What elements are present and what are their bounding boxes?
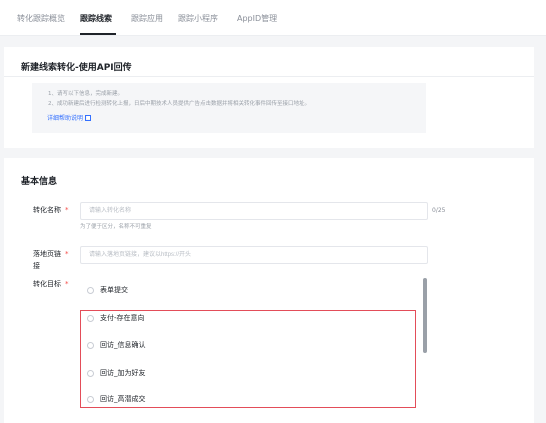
page-title: 新建线索转化-使用API回传 — [21, 63, 132, 73]
goal-option[interactable]: 回访_加为好友 — [80, 360, 420, 386]
goal-option-label: 回访_高潜成交 — [100, 395, 146, 403]
notice-line-1: 1、请写以下信息，完成新建。 — [48, 91, 124, 97]
goal-option[interactable]: 表单提交 — [80, 277, 420, 303]
tab-appid-management[interactable]: AppID管理 — [237, 13, 277, 24]
tab-conversion-overview[interactable]: 转化跟踪概览 — [17, 13, 65, 24]
tab-miniprogram-tracking[interactable]: 跟踪小程序 — [178, 13, 218, 24]
basic-info-card: 基本信息 转化名称 * 0/25 为了便于区分，名称不可重复 落地页链 * 接 转化… — [4, 158, 534, 423]
goal-option[interactable]: 回访_高潜成交 — [80, 386, 420, 412]
goal-option-label: 回访_信息确认 — [100, 341, 146, 349]
help-link-label: 详细帮助说明 — [47, 115, 84, 122]
radio-icon — [87, 396, 94, 403]
help-link[interactable]: 详细帮助说明 — [47, 113, 92, 122]
conversion-name-hint: 为了便于区分，名称不可重复 — [80, 224, 152, 230]
conversion-name-input[interactable] — [80, 202, 428, 220]
active-tab-indicator — [80, 33, 116, 35]
required-mark: * — [65, 280, 69, 288]
goal-option-label: 表单提交 — [100, 286, 128, 294]
tab-lead-tracking[interactable]: 跟踪线索 — [80, 13, 112, 24]
radio-icon — [87, 342, 94, 349]
dropdown-scrollbar[interactable] — [423, 278, 427, 353]
conversion-goal-label: 转化目标 * — [33, 279, 69, 290]
conversion-goal-label-text: 转化目标 — [33, 280, 61, 288]
tab-app-tracking[interactable]: 跟踪应用 — [131, 13, 163, 24]
radio-icon — [87, 370, 94, 377]
conversion-goal-dropdown: 表单提交 支付-存在意向 回访_信息确认 回访_加为好友 回访_高潜成交 — [80, 277, 432, 423]
divider — [4, 76, 534, 77]
conversion-name-label-text: 转化名称 — [33, 206, 61, 214]
goal-option-label: 回访_加为好友 — [100, 369, 146, 377]
landing-url-label: 落地页链 * — [33, 249, 69, 260]
character-counter: 0/25 — [432, 207, 446, 214]
conversion-name-label: 转化名称 * — [33, 205, 69, 216]
notice-box: 1、请写以下信息，完成新建。 2、成功新建后进行检测转化上报，日后中期技术人员提… — [32, 83, 426, 133]
radio-icon — [87, 315, 94, 322]
required-mark: * — [65, 206, 69, 214]
notice-line-2: 2、成功新建后进行检测转化上报，日后中期技术人员提供广告点击数据并将相关转化事件… — [48, 101, 311, 107]
goal-option[interactable]: 支付-存在意向 — [80, 305, 420, 331]
radio-icon — [87, 287, 94, 294]
required-mark: * — [65, 250, 69, 258]
top-nav: 转化跟踪概览 跟踪线索 跟踪应用 跟踪小程序 AppID管理 — [0, 0, 546, 36]
section-title: 基本信息 — [21, 177, 58, 187]
goal-option-label: 支付-存在意向 — [100, 314, 145, 322]
landing-url-label-line2: 接 — [33, 262, 40, 270]
create-conversion-card: 新建线索转化-使用API回传 1、请写以下信息，完成新建。 2、成功新建后进行检… — [4, 47, 534, 148]
landing-url-label-line1: 落地页链 — [33, 250, 61, 258]
external-link-icon — [85, 115, 92, 121]
landing-url-input[interactable] — [80, 246, 428, 264]
goal-option[interactable]: 回访_信息确认 — [80, 332, 420, 358]
